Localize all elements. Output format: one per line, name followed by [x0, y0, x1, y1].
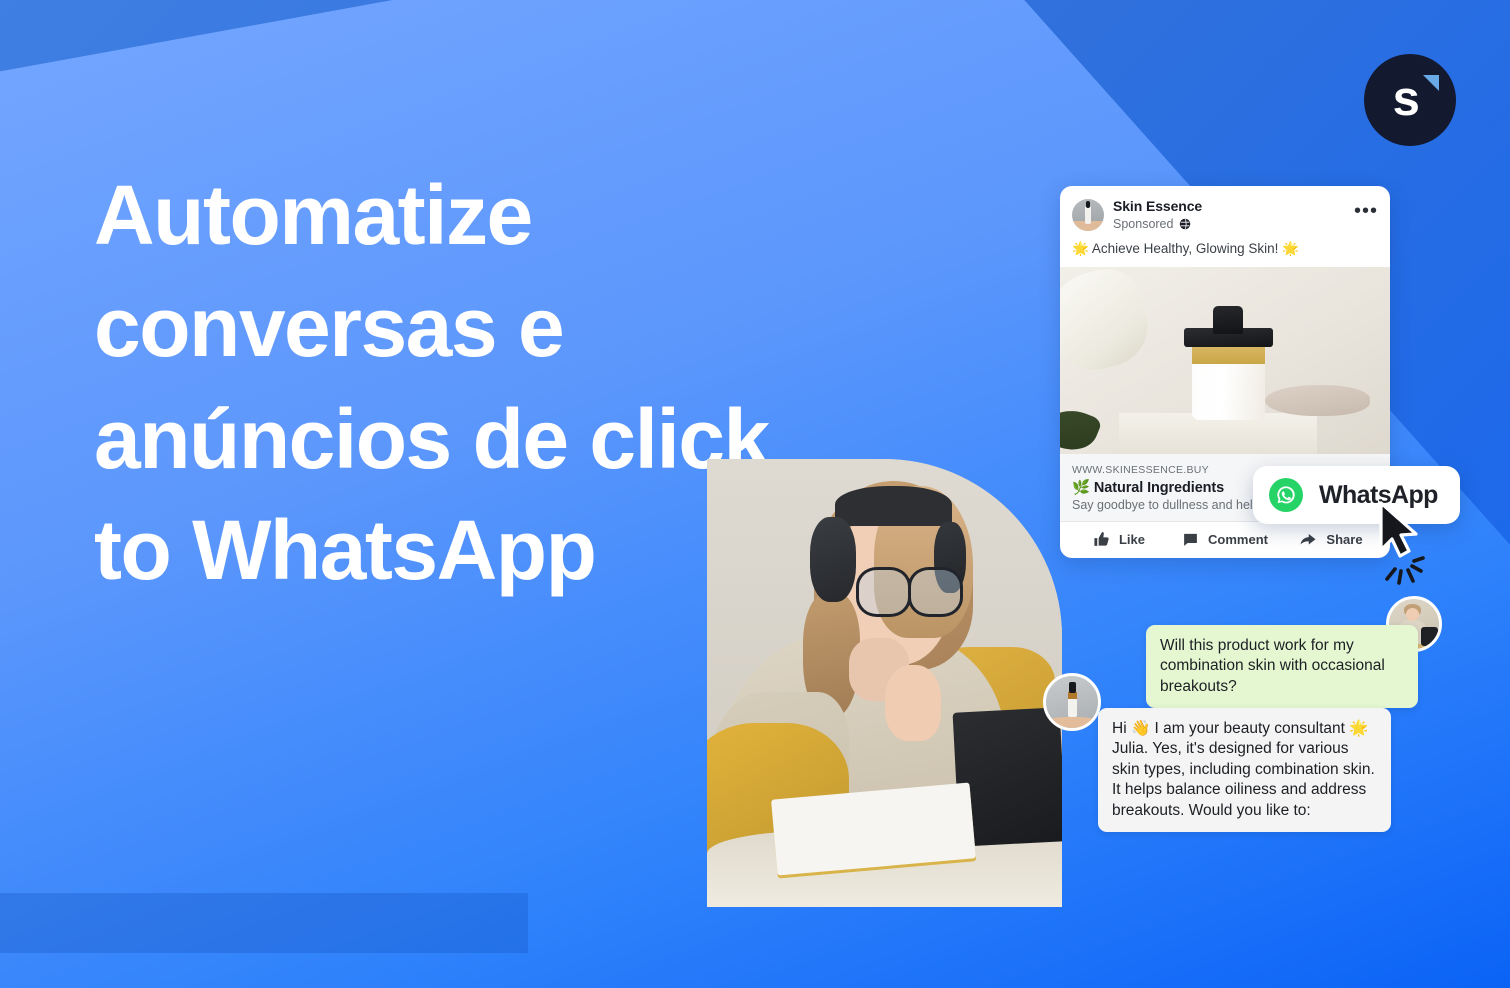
comment-button[interactable]: Comment: [1172, 531, 1278, 548]
like-label: Like: [1118, 532, 1145, 548]
customer-message-bubble: Will this product work for my combinatio…: [1146, 625, 1418, 709]
advertiser-name: Skin Essence: [1113, 198, 1203, 214]
promo-banner: s Automatize conversas e anúncios de cli…: [0, 0, 1510, 988]
advertiser-avatar: [1072, 199, 1104, 232]
ad-header: Skin Essence Sponsored •••: [1060, 186, 1390, 238]
share-button[interactable]: Share: [1278, 531, 1384, 549]
logo-triangle-accent: [1423, 75, 1439, 91]
click-burst-icon: [1385, 556, 1425, 585]
share-label: Share: [1326, 532, 1363, 548]
share-icon: [1300, 533, 1316, 545]
ad-action-bar: Like Comment Share: [1060, 520, 1390, 558]
sponsored-label: Sponsored: [1113, 216, 1174, 231]
ad-product-image[interactable]: [1060, 266, 1390, 454]
more-options-icon[interactable]: •••: [1354, 201, 1378, 225]
comment-label: Comment: [1208, 532, 1268, 548]
consultant-avatar: [1043, 673, 1101, 731]
comment-icon: [1184, 534, 1197, 547]
ad-caption: 🌟 Achieve Healthy, Glowing Skin! 🌟: [1072, 241, 1299, 257]
hero-photo: [707, 459, 1062, 907]
thumbs-up-icon: [1094, 532, 1109, 547]
like-button[interactable]: Like: [1066, 531, 1172, 548]
consultant-message-bubble: Hi 👋 I am your beauty consultant 🌟Julia.…: [1098, 708, 1391, 833]
bottom-accent-bar: [0, 893, 528, 953]
brand-logo-letter: s: [1392, 71, 1420, 126]
brand-logo: s: [1364, 54, 1456, 146]
whatsapp-cta-button[interactable]: WhatsApp: [1253, 466, 1460, 524]
whatsapp-icon: [1269, 478, 1303, 512]
globe-icon: [1180, 219, 1191, 230]
